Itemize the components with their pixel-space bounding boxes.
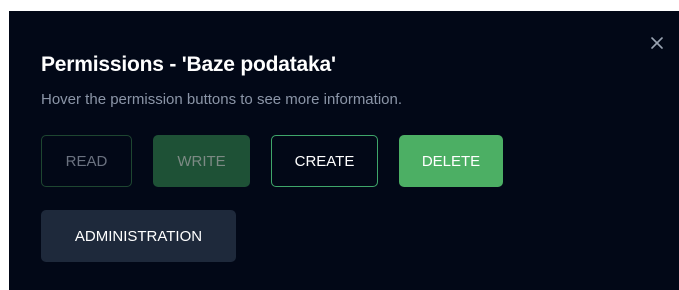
create-permission-button[interactable]: CREATE	[271, 135, 378, 187]
write-permission-button[interactable]: WRITE	[153, 135, 250, 187]
close-button[interactable]	[649, 35, 665, 51]
dialog-title: Permissions - 'Baze podataka'	[41, 53, 336, 76]
dialog-subtitle: Hover the permission buttons to see more…	[41, 91, 403, 108]
read-permission-button[interactable]: READ	[41, 135, 132, 187]
administration-permission-button[interactable]: ADMINISTRATION	[41, 210, 236, 262]
permissions-dialog: Permissions - 'Baze podataka' Hover the …	[9, 11, 679, 290]
close-icon	[649, 35, 665, 51]
delete-permission-button[interactable]: DELETE	[399, 135, 503, 187]
